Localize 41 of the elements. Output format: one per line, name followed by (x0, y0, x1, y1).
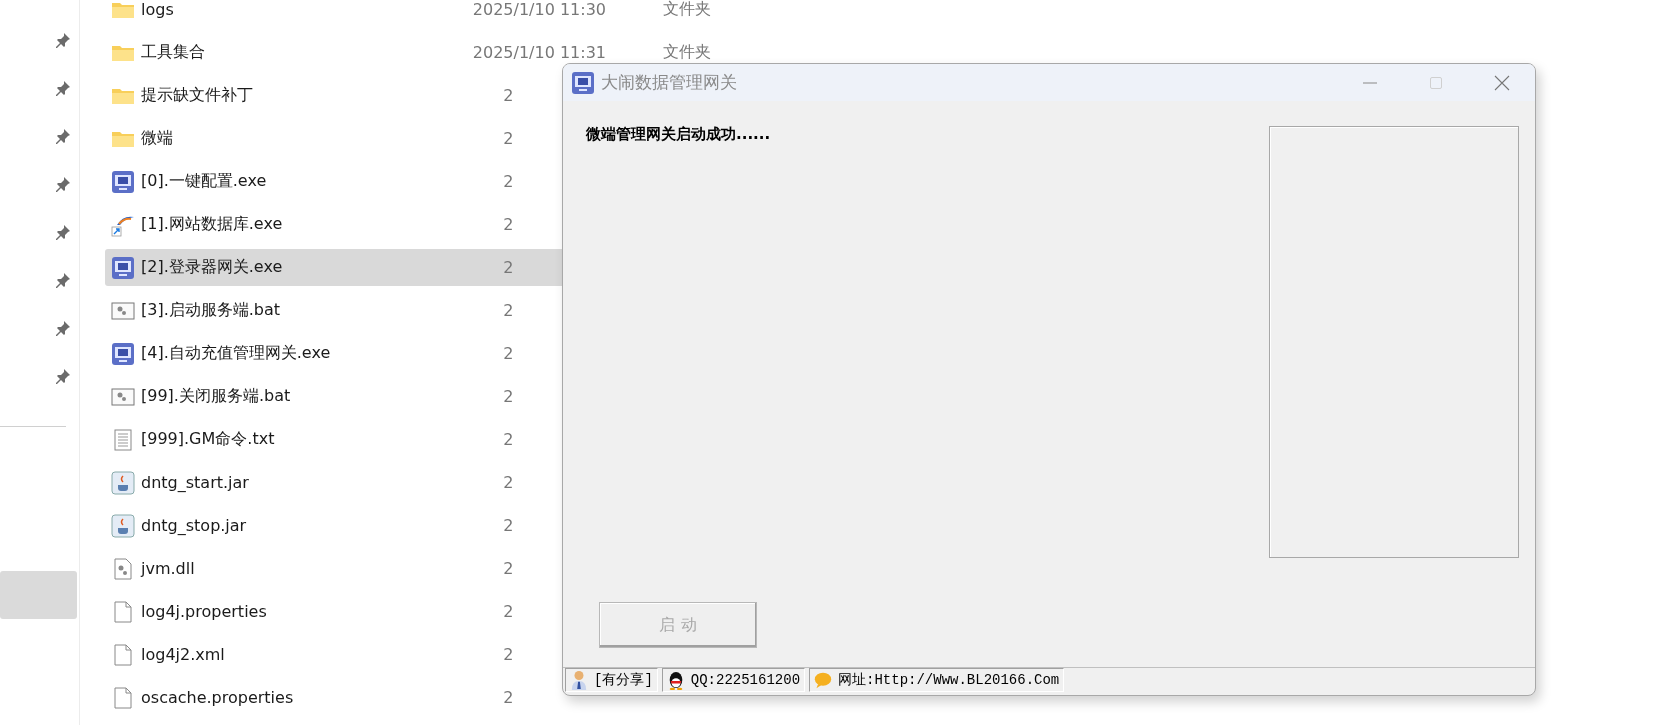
file-date: 2 (503, 129, 514, 148)
file-date: 2 (503, 344, 514, 363)
file-name: log4j2.xml (141, 645, 225, 664)
file-type: 文件夹 (663, 0, 711, 20)
file-name: jvm.dll (141, 559, 195, 578)
file-date: 2 (503, 301, 514, 320)
file-name: dntg_start.jar (141, 473, 249, 492)
file-date: 2 (503, 387, 514, 406)
file-date: 2 (503, 172, 514, 191)
file-name: [4].自动充值管理网关.exe (141, 343, 331, 362)
file-date: 2 (503, 516, 514, 535)
file-name: 提示缺文件补丁 (141, 85, 253, 104)
window-title: 大闹数据管理网关 (601, 71, 738, 94)
file-name: [0].一键配置.exe (141, 171, 267, 190)
file-date: 2 (503, 602, 514, 621)
file-date: 2 (503, 258, 514, 277)
file-date: 2 (503, 86, 514, 105)
file-name: [99].关闭服务端.bat (141, 386, 291, 405)
file-date: 2 (503, 688, 514, 707)
file-name: 微端 (141, 128, 173, 147)
file-date: 2 (503, 215, 514, 234)
file-date: 2 (503, 559, 514, 578)
file-name: [2].登录器网关.exe (141, 257, 283, 276)
status-text: [有分享] (594, 671, 653, 689)
status-text: 网址:Http://Www.BL20166.Com (838, 671, 1060, 689)
file-date: 2 (503, 473, 514, 492)
file-name: [999].GM命令.txt (141, 429, 275, 448)
file-name: 工具集合 (141, 42, 205, 61)
file-date: 2025/1/10 11:31 (472, 43, 607, 62)
status-message: 微端管理网关启动成功...... (586, 125, 772, 144)
file-type: 文件夹 (663, 42, 711, 63)
status-text: QQ:2225161200 (690, 672, 801, 688)
file-name: log4j.properties (141, 602, 267, 621)
file-name: logs (141, 0, 174, 19)
file-date: 2 (503, 430, 514, 449)
file-name: [1].网站数据库.exe (141, 214, 283, 233)
file-date: 2 (503, 645, 514, 664)
file-name: dntg_stop.jar (141, 516, 247, 535)
file-name: oscache.properties (141, 688, 294, 707)
file-name: [3].启动服务端.bat (141, 300, 281, 319)
file-date: 2025/1/10 11:30 (472, 0, 607, 19)
